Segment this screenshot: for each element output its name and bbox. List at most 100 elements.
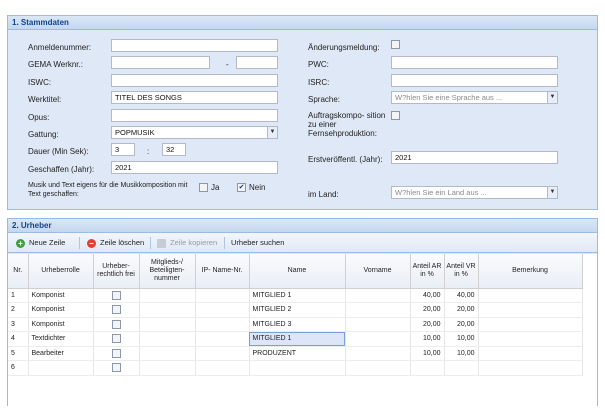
- cell-anteil-vr[interactable]: 20,00: [444, 317, 479, 332]
- cell-ip[interactable]: [195, 317, 250, 332]
- frei-checkbox[interactable]: [111, 290, 121, 300]
- opus-input[interactable]: [111, 109, 278, 122]
- cell-bemerkung[interactable]: [478, 360, 583, 376]
- frei-checkbox[interactable]: [111, 319, 121, 329]
- cell-anteil-vr[interactable]: [444, 360, 479, 376]
- column-header-frei[interactable]: Urheber- rechtlich frei: [93, 254, 140, 289]
- frei-checkbox[interactable]: [111, 363, 121, 373]
- werktitel-input[interactable]: TITEL DES SONGS: [111, 91, 278, 104]
- chevron-down-icon[interactable]: ▼: [267, 127, 277, 138]
- column-header-anteil-vr[interactable]: Anteil VR in %: [444, 254, 479, 289]
- cell-bemerkung[interactable]: [478, 331, 583, 347]
- cell-name[interactable]: MITGLIED 1: [249, 288, 346, 303]
- cell-vorname[interactable]: [345, 317, 411, 332]
- cell-rolle[interactable]: Komponist: [28, 302, 94, 318]
- cell-rolle[interactable]: Komponist: [28, 317, 94, 332]
- pwc-input[interactable]: [391, 56, 558, 69]
- iswc-input[interactable]: [111, 74, 278, 87]
- cell-ip[interactable]: [195, 346, 250, 361]
- frei-checkbox[interactable]: [111, 334, 121, 344]
- cell-bemerkung[interactable]: [478, 317, 583, 332]
- search-urheber-button[interactable]: Urheber suchen: [231, 237, 284, 249]
- isrc-input[interactable]: [391, 74, 558, 87]
- delete-row-button[interactable]: − Zeile löschen: [87, 237, 144, 249]
- cell-anteil-ar[interactable]: 20,00: [410, 317, 445, 332]
- table-row[interactable]: 2 Komponist MITGLIED 2 20,00 20,00: [8, 302, 583, 318]
- table-row[interactable]: 1 Komponist MITGLIED 1 40,00 40,00: [8, 288, 583, 303]
- cell-anteil-ar[interactable]: 40,00: [410, 288, 445, 303]
- cell-rolle[interactable]: Bearbeiter: [28, 346, 94, 361]
- cell-bemerkung[interactable]: [478, 302, 583, 318]
- column-header-vorname[interactable]: Vorname: [345, 254, 411, 289]
- cell-anteil-vr[interactable]: 20,00: [444, 302, 479, 318]
- cell-anteil-ar[interactable]: [410, 360, 445, 376]
- column-header-mitgliedsnummer[interactable]: Mitglieds-/ Beteiligten- nummer: [139, 254, 196, 289]
- cell-mitglied[interactable]: [139, 288, 196, 303]
- cell-anteil-vr[interactable]: 40,00: [444, 288, 479, 303]
- cell-mitglied[interactable]: [139, 302, 196, 318]
- cell-ip[interactable]: [195, 288, 250, 303]
- sprache-select[interactable]: W?hlen Sie eine Sprache aus ... ▼: [391, 91, 558, 104]
- anmeldenummer-input[interactable]: [111, 39, 278, 52]
- new-row-button[interactable]: + Neue Zeile: [16, 237, 65, 249]
- cell-rolle[interactable]: Textdichter: [28, 331, 94, 347]
- copy-row-button[interactable]: Zeile kopieren: [157, 237, 217, 249]
- erstveroeff-input[interactable]: 2021: [391, 151, 558, 164]
- gema-werknr-input-2[interactable]: [236, 56, 278, 69]
- cell-anteil-vr[interactable]: 10,00: [444, 346, 479, 361]
- auftrag-checkbox[interactable]: [391, 111, 400, 120]
- geschaffen-input[interactable]: 2021: [111, 161, 278, 174]
- cell-vorname[interactable]: [345, 346, 411, 361]
- land-select[interactable]: W?hlen Sie ein Land aus ... ▼: [391, 186, 558, 199]
- dauer-min-input[interactable]: 3: [111, 143, 135, 156]
- cell-frei[interactable]: [93, 331, 140, 347]
- frei-checkbox[interactable]: [111, 305, 121, 315]
- musik-text-ja-checkbox[interactable]: [199, 183, 208, 192]
- cell-mitglied[interactable]: [139, 317, 196, 332]
- cell-anteil-ar[interactable]: 20,00: [410, 302, 445, 318]
- cell-mitglied[interactable]: [139, 360, 196, 376]
- cell-name[interactable]: MITGLIED 3: [249, 317, 346, 332]
- cell-frei[interactable]: [93, 346, 140, 361]
- table-row[interactable]: 4 Textdichter MITGLIED 1 10,00 10,00: [8, 331, 583, 347]
- cell-ip[interactable]: [195, 331, 250, 347]
- gema-werknr-input-1[interactable]: [111, 56, 210, 69]
- column-header-ip-name-nr[interactable]: IP- Name-Nr.: [195, 254, 250, 289]
- cell-name[interactable]: [249, 360, 346, 376]
- aenderungsmeldung-checkbox[interactable]: [391, 40, 400, 49]
- table-row[interactable]: 5 Bearbeiter PRODUZENT 10,00 10,00: [8, 346, 583, 361]
- cell-anteil-ar[interactable]: 10,00: [410, 346, 445, 361]
- cell-anteil-vr[interactable]: 10,00: [444, 331, 479, 347]
- table-row[interactable]: 3 Komponist MITGLIED 3 20,00 20,00: [8, 317, 583, 332]
- cell-mitglied[interactable]: [139, 331, 196, 347]
- cell-ip[interactable]: [195, 302, 250, 318]
- column-header-bemerkung[interactable]: Bemerkung: [478, 254, 583, 289]
- column-header-nr[interactable]: Nr.: [8, 254, 29, 289]
- cell-bemerkung[interactable]: [478, 288, 583, 303]
- dauer-sek-input[interactable]: 32: [162, 143, 186, 156]
- cell-vorname[interactable]: [345, 360, 411, 376]
- cell-vorname[interactable]: [345, 331, 411, 347]
- cell-vorname[interactable]: [345, 288, 411, 303]
- cell-name[interactable]: PRODUZENT: [249, 346, 346, 361]
- chevron-down-icon[interactable]: ▼: [547, 187, 557, 198]
- cell-bemerkung[interactable]: [478, 346, 583, 361]
- cell-rolle[interactable]: [28, 360, 94, 376]
- cell-name[interactable]: MITGLIED 2: [249, 302, 346, 318]
- musik-text-nein-checkbox[interactable]: ✔: [237, 183, 246, 192]
- chevron-down-icon[interactable]: ▼: [547, 92, 557, 103]
- cell-rolle[interactable]: Komponist: [28, 288, 94, 303]
- cell-frei[interactable]: [93, 360, 140, 376]
- cell-name-selected[interactable]: MITGLIED 1: [249, 331, 346, 347]
- column-header-urheberrolle[interactable]: Urheberrolle: [28, 254, 94, 289]
- table-row[interactable]: 6: [8, 360, 583, 376]
- gattung-select[interactable]: POPMUSIK ▼: [111, 126, 278, 139]
- cell-vorname[interactable]: [345, 302, 411, 318]
- cell-frei[interactable]: [93, 302, 140, 318]
- cell-anteil-ar[interactable]: 10,00: [410, 331, 445, 347]
- cell-frei[interactable]: [93, 317, 140, 332]
- cell-mitglied[interactable]: [139, 346, 196, 361]
- column-header-anteil-ar[interactable]: Anteil AR in %: [410, 254, 445, 289]
- frei-checkbox[interactable]: [111, 348, 121, 358]
- cell-frei[interactable]: [93, 288, 140, 303]
